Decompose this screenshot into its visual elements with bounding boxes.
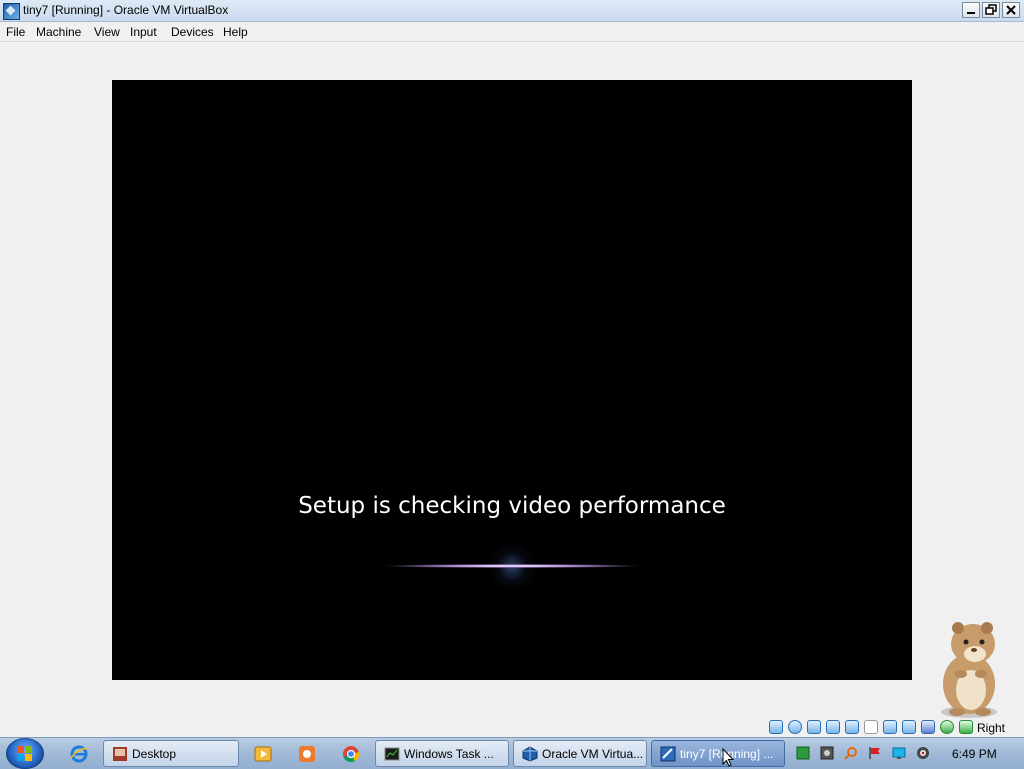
taskbar-button-label: Windows Task ... (404, 747, 494, 761)
taskbar-button-label: Desktop (132, 747, 177, 761)
mouse-cursor-icon (722, 748, 734, 767)
app-icon[interactable] (298, 745, 316, 763)
minimize-icon (967, 12, 975, 14)
flag-tray-icon[interactable] (868, 746, 882, 760)
search-tray-icon[interactable] (844, 746, 858, 760)
menu-file[interactable]: File (6, 25, 25, 39)
menu-view[interactable]: View (94, 25, 120, 39)
hard-disk-icon[interactable] (769, 720, 783, 734)
setup-message: Setup is checking video performance (298, 493, 726, 519)
restore-button[interactable] (982, 2, 1000, 18)
desktop-icon (113, 747, 127, 761)
volume-tray-icon[interactable] (916, 746, 930, 760)
start-button[interactable] (6, 738, 44, 769)
media-player-icon[interactable] (254, 745, 272, 763)
minimize-button[interactable] (962, 2, 980, 18)
taskbar-button-desktop[interactable]: Desktop (103, 740, 239, 767)
usb-icon[interactable] (807, 720, 821, 734)
window-title: tiny7 [Running] - Oracle VM VirtualBox (23, 3, 229, 17)
task-manager-icon (384, 747, 400, 761)
close-button[interactable] (1002, 2, 1020, 18)
title-bar: tiny7 [Running] - Oracle VM VirtualBox (0, 0, 1024, 22)
taskbar-button-task-manager[interactable]: Windows Task ... (375, 740, 509, 767)
menu-bar: File Machine View Input Devices Help (0, 22, 1024, 42)
hamster-mascot-icon (941, 622, 997, 718)
taskbar: Desktop Windows Task ... Oracle VM Virtu… (0, 737, 1024, 769)
menu-input[interactable]: Input (130, 25, 157, 39)
shared-folders-icon[interactable] (845, 720, 859, 734)
green-tray-icon[interactable] (796, 746, 810, 760)
close-icon (1006, 5, 1016, 15)
display-tray-icon[interactable] (892, 746, 906, 760)
menu-devices[interactable]: Devices (171, 25, 214, 39)
video-capture-icon[interactable] (883, 720, 897, 734)
mouse-integration-icon[interactable] (940, 720, 954, 734)
internet-explorer-icon[interactable] (70, 745, 88, 763)
taskbar-button-virtualbox-manager[interactable]: Oracle VM Virtua... (513, 740, 647, 767)
restore-icon (985, 4, 997, 15)
taskbar-button-label: Oracle VM Virtua... (542, 747, 644, 761)
display-icon[interactable] (864, 720, 878, 734)
network-adapter-icon[interactable] (902, 720, 916, 734)
taskbar-clock[interactable]: 6:49 PM (952, 747, 997, 761)
download-icon[interactable] (959, 720, 973, 734)
chrome-icon[interactable] (342, 745, 360, 763)
optical-disk-icon[interactable] (788, 720, 802, 734)
virtualbox-app-icon[interactable] (3, 3, 20, 20)
virtualization-icon[interactable] (921, 720, 935, 734)
virtualbox-icon (522, 746, 538, 762)
settings-tray-icon[interactable] (820, 746, 834, 760)
network-icon[interactable] (826, 720, 840, 734)
vm-display[interactable]: Setup is checking video performance (112, 80, 912, 680)
windows-logo-icon (17, 746, 32, 761)
menu-machine[interactable]: Machine (36, 25, 81, 39)
virtualbox-vm-icon (660, 746, 676, 762)
menu-help[interactable]: Help (223, 25, 248, 39)
taskbar-button-vm-window[interactable]: tiny7 [Running] ... (651, 740, 785, 767)
loading-glow-bar (382, 564, 642, 568)
